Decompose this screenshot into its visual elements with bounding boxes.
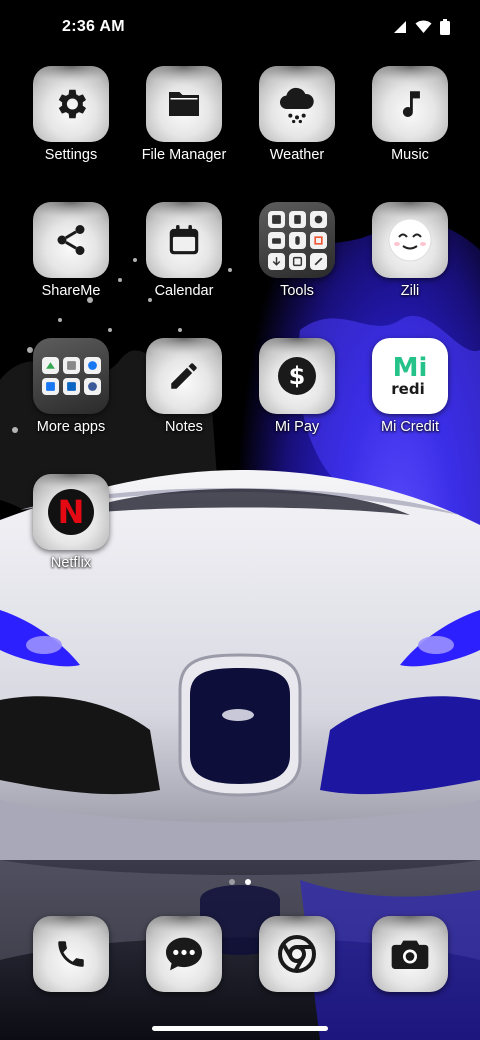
app-music-tile[interactable] [372,66,448,142]
mi-credit-logo-text: Mi [392,353,428,383]
dock-messages-tile[interactable] [146,916,222,992]
app-mi-pay[interactable]: $ Mi Pay [241,338,353,458]
more-apps-folder-icon [41,357,101,395]
phone-icon [54,937,88,971]
app-file-manager[interactable]: File Manager [128,66,240,186]
dollar-icon: $ [277,356,317,396]
app-mi-credit[interactable]: Mi redi Mi Credit [354,338,466,458]
app-settings-tile[interactable] [33,66,109,142]
dock-phone[interactable] [15,916,127,1036]
app-netflix[interactable]: N Netflix [15,474,127,594]
page-dot-active[interactable] [245,879,251,885]
app-more-apps-tile[interactable] [33,338,109,414]
app-mi-pay-tile[interactable]: $ [259,338,335,414]
app-file-manager-tile[interactable] [146,66,222,142]
app-shareme[interactable]: ShareMe [15,202,127,322]
app-label: File Manager [141,147,227,163]
app-mi-credit-tile[interactable]: Mi redi [372,338,448,414]
app-more-apps-folder[interactable]: More apps [15,338,127,458]
gesture-home-bar[interactable] [152,1026,328,1031]
music-note-icon [393,85,427,123]
app-netflix-tile[interactable]: N [33,474,109,550]
app-tools-tile[interactable] [259,202,335,278]
app-notes[interactable]: Notes [128,338,240,458]
svg-text:$: $ [289,362,306,390]
app-label: Notes [165,419,203,435]
app-weather-tile[interactable] [259,66,335,142]
netflix-logo-text: N [57,493,85,531]
app-label: Zili [400,283,420,299]
calendar-icon [165,221,203,259]
status-icons [393,19,450,40]
share-icon [53,222,89,258]
app-music[interactable]: Music [354,66,466,186]
app-settings[interactable]: Settings [15,66,127,186]
app-zili-tile[interactable] [372,202,448,278]
app-notes-tile[interactable] [146,338,222,414]
app-label: Settings [44,147,98,163]
cloud-rain-icon [277,84,317,124]
dock-browser[interactable] [241,916,353,1036]
app-label: Calendar [154,283,214,299]
chrome-icon [277,934,317,974]
pencil-icon [167,359,201,393]
dock-phone-tile[interactable] [33,916,109,992]
app-label: Tools [280,283,314,299]
wifi-icon [415,20,432,39]
tools-folder-icon [267,210,327,270]
battery-icon [440,19,450,40]
app-label: Netflix [50,555,92,571]
app-label: ShareMe [41,283,101,299]
camera-icon [390,937,430,971]
page-indicator [0,879,480,885]
app-calendar-tile[interactable] [146,202,222,278]
app-weather[interactable]: Weather [241,66,353,186]
netflix-icon: N [48,489,94,535]
folder-icon [166,88,202,120]
app-label: More apps [36,419,106,435]
app-label: Mi Pay [274,419,320,435]
app-shareme-tile[interactable] [33,202,109,278]
app-label: Mi Credit [380,419,439,435]
dock-browser-tile[interactable] [259,916,335,992]
zili-face-icon [387,217,433,263]
dock-camera[interactable] [354,916,466,1036]
signal-icon [393,20,407,39]
page-dot[interactable] [229,879,235,885]
app-label: Music [391,147,429,163]
app-tools-folder[interactable]: Tools [241,202,353,322]
mi-credit-icon: Mi redi [391,353,428,398]
status-time: 2:36 AM [62,18,125,35]
gear-icon [52,85,90,123]
app-zili[interactable]: Zili [354,202,466,322]
dock-messages[interactable] [128,916,240,1036]
message-icon [164,936,204,972]
status-bar: 2:36 AM [0,0,480,56]
dock-camera-tile[interactable] [372,916,448,992]
mi-credit-logo-sub: redi [391,380,425,398]
app-label: Weather [269,147,325,163]
app-calendar[interactable]: Calendar [128,202,240,322]
